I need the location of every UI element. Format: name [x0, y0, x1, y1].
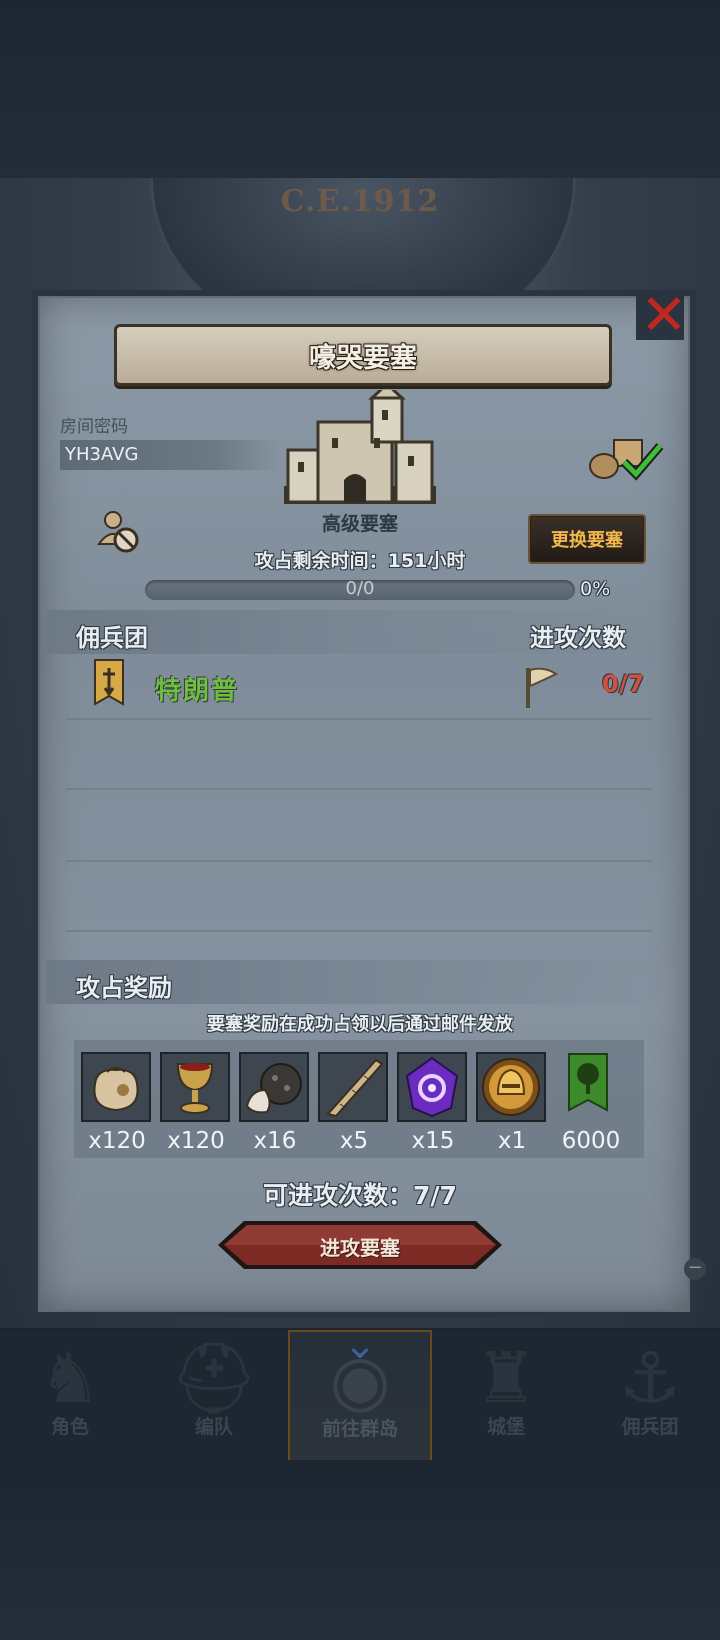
reward-item[interactable]: x15: [397, 1052, 469, 1154]
reward-item[interactable]: 6000: [555, 1052, 627, 1154]
nav-item-mercenary[interactable]: ⚓ 佣兵团: [580, 1330, 720, 1460]
horn-icon: [326, 1058, 384, 1118]
progress-count: 0/0: [345, 578, 375, 599]
reward-qty: x5: [339, 1128, 369, 1154]
mercenary-ban-icon[interactable]: [96, 508, 142, 554]
fortress-icon: [284, 390, 436, 504]
goblet-icon: [176, 1063, 214, 1114]
reward-qty: x120: [167, 1128, 225, 1154]
nav-item-character[interactable]: ♞ 角色: [0, 1330, 140, 1460]
reward-qty: x120: [88, 1128, 146, 1154]
mercenary-header-label: 佣兵团: [76, 624, 148, 652]
gold-helmet-icon: [482, 1058, 540, 1116]
banner-icon: [94, 659, 124, 706]
change-fortress-label: 更换要塞: [551, 530, 623, 551]
ore-icon: [245, 1063, 302, 1114]
room-code-label: 房间密码: [60, 417, 128, 437]
reward-item[interactable]: x5: [318, 1052, 390, 1154]
reward-item[interactable]: x1: [476, 1052, 548, 1154]
row-divider: [66, 718, 652, 720]
capture-timer: 攻占剩余时间：151小时: [254, 550, 466, 572]
room-code-value[interactable]: YH3AVG: [65, 444, 138, 465]
era-label: C.E.1912: [280, 184, 440, 219]
attack-fortress-label: 进攻要塞: [320, 1236, 400, 1260]
row-divider: [66, 930, 652, 932]
reward-item[interactable]: x120: [81, 1052, 153, 1154]
nav-item-castle[interactable]: ♜ 城堡: [436, 1330, 576, 1460]
attacks-header-label: 进攻次数: [530, 624, 626, 652]
purple-crystal-icon: [405, 1056, 459, 1118]
bottom-backdrop: [0, 1460, 720, 1640]
reward-qty: 6000: [561, 1128, 621, 1154]
reward-qty: x15: [411, 1128, 455, 1154]
nav-label: 佣兵团: [621, 1416, 679, 1438]
nav-label: 编队: [194, 1416, 233, 1438]
nav-item-formation[interactable]: ⛑ 编队: [144, 1330, 284, 1460]
progress-percent: 0%: [580, 578, 611, 600]
reward-item[interactable]: x120: [160, 1052, 232, 1154]
row-divider: [66, 860, 652, 862]
top-backdrop: [0, 0, 720, 178]
sack-icon: [93, 1067, 139, 1112]
side-collapse-icon[interactable]: −: [684, 1258, 706, 1280]
reward-qty: x16: [253, 1128, 297, 1154]
reward-header-label: 攻占奖励: [76, 974, 172, 1002]
chevron-down-icon: ⌄: [343, 1322, 377, 1368]
mercenary-name[interactable]: 特朗普: [155, 670, 239, 707]
fortress-type: 高级要塞: [321, 513, 398, 535]
nav-label: 前往群岛: [321, 1418, 398, 1440]
tree-banner-icon: [568, 1053, 608, 1112]
mercenary-attacks: 0/7: [602, 670, 645, 698]
available-attacks: 可进攻次数：7/7: [263, 1181, 457, 1210]
reward-note: 要塞奖励在成功占领以后通过邮件发放: [207, 1014, 513, 1035]
bag-check-icon[interactable]: [584, 436, 666, 482]
dialog-title: 嚎哭要塞: [309, 343, 417, 374]
nav-label: 角色: [50, 1416, 89, 1438]
close-icon[interactable]: ✕: [640, 288, 688, 344]
row-divider: [66, 788, 652, 790]
reward-item[interactable]: x16: [239, 1052, 311, 1154]
nav-label: 城堡: [486, 1416, 525, 1438]
flag-icon: [526, 667, 558, 708]
reward-qty: x1: [497, 1128, 527, 1154]
